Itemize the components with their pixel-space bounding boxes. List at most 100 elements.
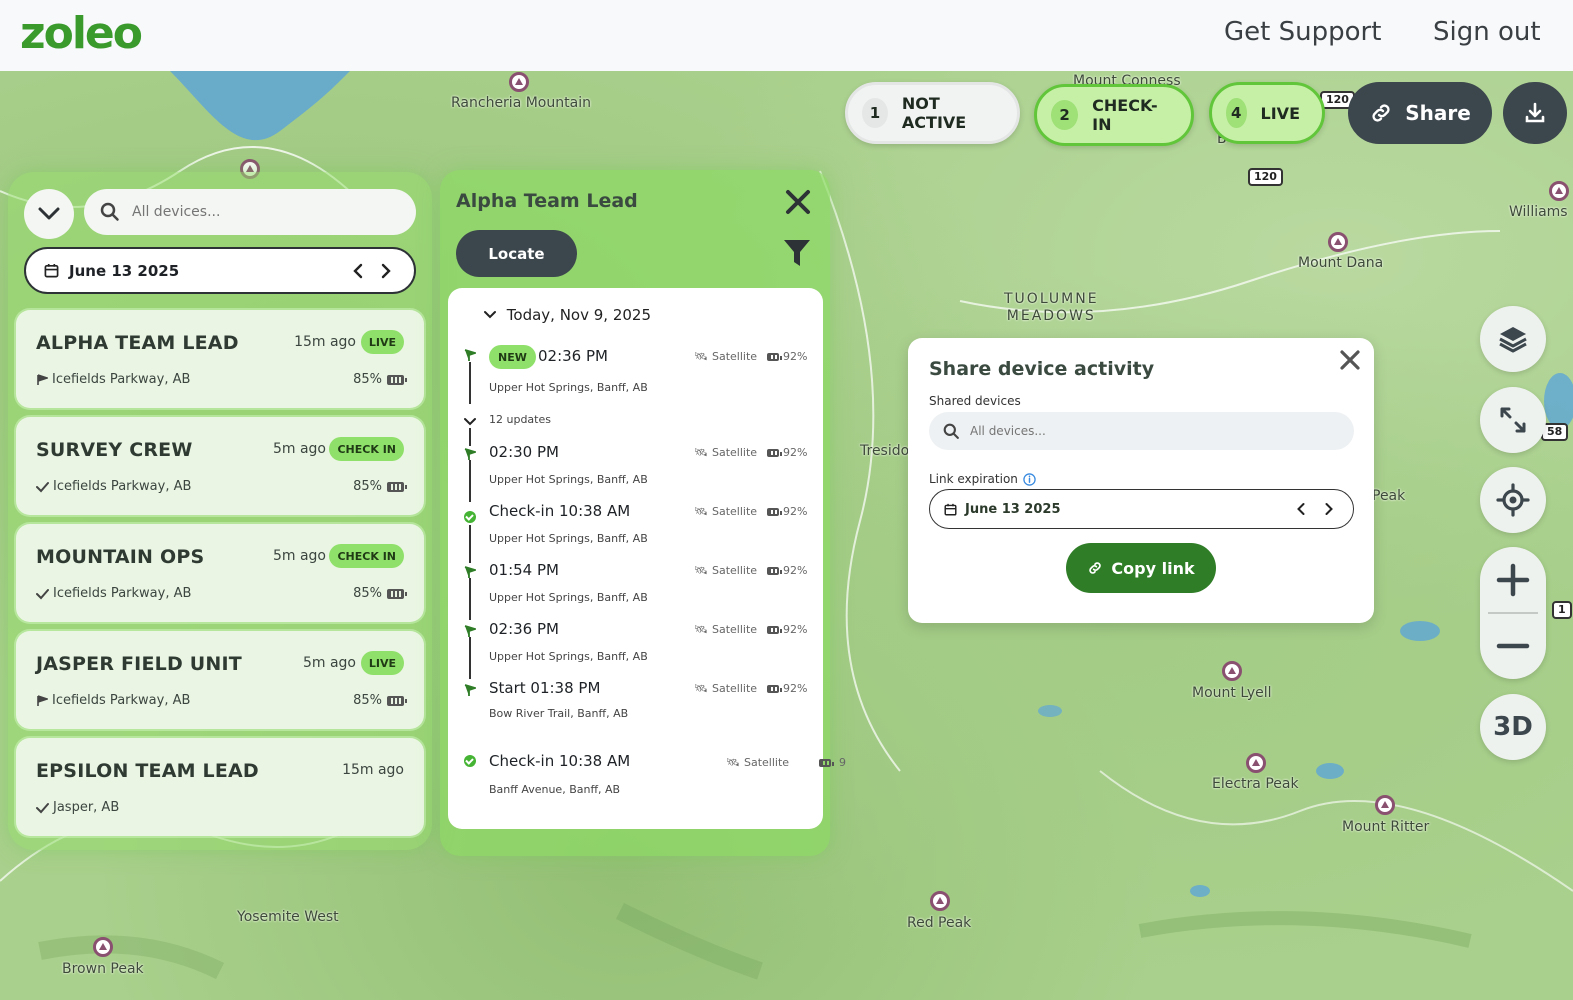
timeline-date-header[interactable]: Today, Nov 9, 2025	[484, 306, 651, 324]
shared-devices-label: Shared devices	[929, 394, 1021, 408]
download-button[interactable]	[1503, 82, 1567, 144]
share-button[interactable]: Share	[1348, 82, 1492, 144]
new-badge: NEW	[489, 345, 536, 369]
close-share-dialog-button[interactable]	[1339, 349, 1361, 375]
device-location: Icefields Parkway, AB	[36, 479, 191, 494]
satellite-icon: 🛰	[694, 564, 708, 577]
calendar-icon	[44, 263, 59, 278]
filter-button[interactable]	[783, 238, 811, 272]
peak-marker-icon	[509, 72, 529, 92]
device-location-text: Jasper, AB	[53, 800, 120, 815]
updates-count[interactable]: 12 updates	[489, 413, 551, 426]
battery-percent: 92%	[783, 682, 808, 695]
satellite-icon: 🛰	[694, 446, 708, 459]
flag-icon	[464, 566, 476, 578]
get-support-link[interactable]: Get Support	[1224, 16, 1381, 48]
link-expiration-label: Link expiration	[929, 472, 1018, 486]
info-icon[interactable]	[1023, 472, 1036, 486]
map-label-tuolumne: TUOLUMNE MEADOWS	[1004, 291, 1099, 324]
date-selector[interactable]: June 13 2025	[24, 247, 416, 294]
battery-percent: 92%	[783, 564, 808, 577]
battery-percent: 85%	[353, 693, 382, 708]
timeline-connector	[469, 637, 471, 679]
entry-address: Upper Hot Springs, Banff, AB	[489, 591, 648, 604]
device-search-input[interactable]	[130, 203, 390, 221]
previous-date-button[interactable]	[1291, 499, 1311, 519]
status-pill-not-active[interactable]: 1 NOT ACTIVE	[845, 82, 1020, 144]
zoom-out-button[interactable]	[1480, 613, 1546, 679]
expiration-date-selector[interactable]: June 13 2025	[929, 489, 1354, 529]
layers-button[interactable]	[1480, 306, 1546, 372]
battery-percent: 92%	[783, 446, 808, 459]
battery-icon	[387, 481, 407, 492]
close-detail-button[interactable]	[784, 188, 812, 220]
entry-address: Upper Hot Springs, Banff, AB	[489, 532, 648, 545]
map-label-red-peak: Red Peak	[907, 915, 972, 931]
previous-date-button[interactable]	[348, 261, 368, 281]
locate-button[interactable]: Locate	[456, 230, 577, 277]
close-icon	[786, 190, 810, 214]
top-bar: zoleo Get Support Sign out	[0, 0, 1573, 71]
map-label-dana: Mount Dana	[1298, 255, 1384, 271]
status-badge: CHECK IN	[329, 437, 404, 461]
next-date-button[interactable]	[1319, 499, 1339, 519]
copy-link-button[interactable]: Copy link	[1066, 543, 1216, 593]
zoom-in-button[interactable]	[1480, 547, 1546, 613]
route-shield: 120	[1248, 168, 1283, 186]
status-badge: CHECK IN	[329, 544, 404, 568]
flag-icon	[37, 373, 48, 385]
entry-meta: 🛰 Satellite 92%	[694, 350, 807, 363]
device-card-jasper-field-unit[interactable]: JASPER FIELD UNIT 5m ago LIVE Icefields …	[16, 631, 424, 729]
expand-icon	[1500, 407, 1526, 433]
minus-icon	[1496, 643, 1530, 649]
shared-devices-input[interactable]	[968, 423, 1122, 439]
timeline-connector	[469, 362, 471, 404]
sign-out-link[interactable]: Sign out	[1433, 16, 1541, 48]
status-label: CHECK-IN	[1092, 96, 1158, 134]
chevron-right-icon	[1325, 503, 1333, 515]
link-icon	[1089, 562, 1102, 574]
activity-timeline	[448, 288, 823, 829]
3d-toggle-button[interactable]: 3D	[1480, 694, 1546, 760]
device-card-mountain-ops[interactable]: MOUNTAIN OPS 5m ago CHECK IN Icefields P…	[16, 524, 424, 622]
signal-type: Satellite	[711, 564, 758, 577]
peak-marker-icon	[1549, 181, 1569, 201]
device-card-alpha-team-lead[interactable]: ALPHA TEAM LEAD 15m ago LIVE Icefields P…	[16, 310, 424, 408]
signal-type: Satellite	[711, 682, 758, 695]
last-update: 5m ago	[272, 548, 326, 564]
battery-percent: 92%	[783, 505, 808, 518]
signal-type: Satellite	[711, 505, 758, 518]
device-location: Jasper, AB	[36, 800, 119, 815]
device-card-survey-crew[interactable]: SURVEY CREW 5m ago CHECK IN Icefields Pa…	[16, 417, 424, 515]
signal-type: Satellite	[743, 756, 790, 769]
collapse-panel-button[interactable]	[24, 189, 74, 239]
status-pill-check-in[interactable]: 2 CHECK-IN	[1034, 84, 1194, 146]
flag-icon	[37, 694, 48, 706]
zoleo-logo[interactable]: zoleo	[20, 10, 143, 58]
device-location-text: Icefields Parkway, AB	[52, 693, 191, 708]
battery-icon	[767, 684, 783, 693]
next-date-button[interactable]	[376, 261, 396, 281]
map-label-yosemite-west: Yosemite West	[237, 909, 339, 925]
fullscreen-button[interactable]	[1480, 387, 1546, 453]
map-label-tresid: Tresido	[860, 443, 910, 459]
status-pill-live[interactable]: 4 LIVE	[1209, 82, 1325, 144]
my-location-button[interactable]	[1480, 467, 1546, 533]
last-update: 15m ago	[342, 762, 404, 778]
entry-time: 02:36 PM	[538, 347, 608, 365]
device-search[interactable]	[84, 189, 416, 235]
device-card-epsilon-team-lead[interactable]: EPSILON TEAM LEAD 15m ago Jasper, AB	[16, 738, 424, 836]
device-name: ALPHA TEAM LEAD	[36, 332, 239, 354]
check-icon	[36, 588, 49, 599]
device-name: MOUNTAIN OPS	[36, 546, 205, 568]
updates-toggle[interactable]	[464, 412, 476, 431]
map-label-rancheria: Rancheria Mountain	[451, 95, 591, 111]
peak-marker-icon	[1328, 232, 1348, 252]
satellite-icon: 🛰	[726, 756, 740, 769]
shared-devices-search[interactable]	[929, 412, 1354, 450]
status-count: 4	[1226, 98, 1247, 128]
map-label-electra: Electra Peak	[1212, 776, 1299, 792]
chevron-down-icon	[484, 311, 496, 319]
route-shield: 1	[1552, 601, 1572, 619]
entry-address: Upper Hot Springs, Banff, AB	[489, 650, 648, 663]
